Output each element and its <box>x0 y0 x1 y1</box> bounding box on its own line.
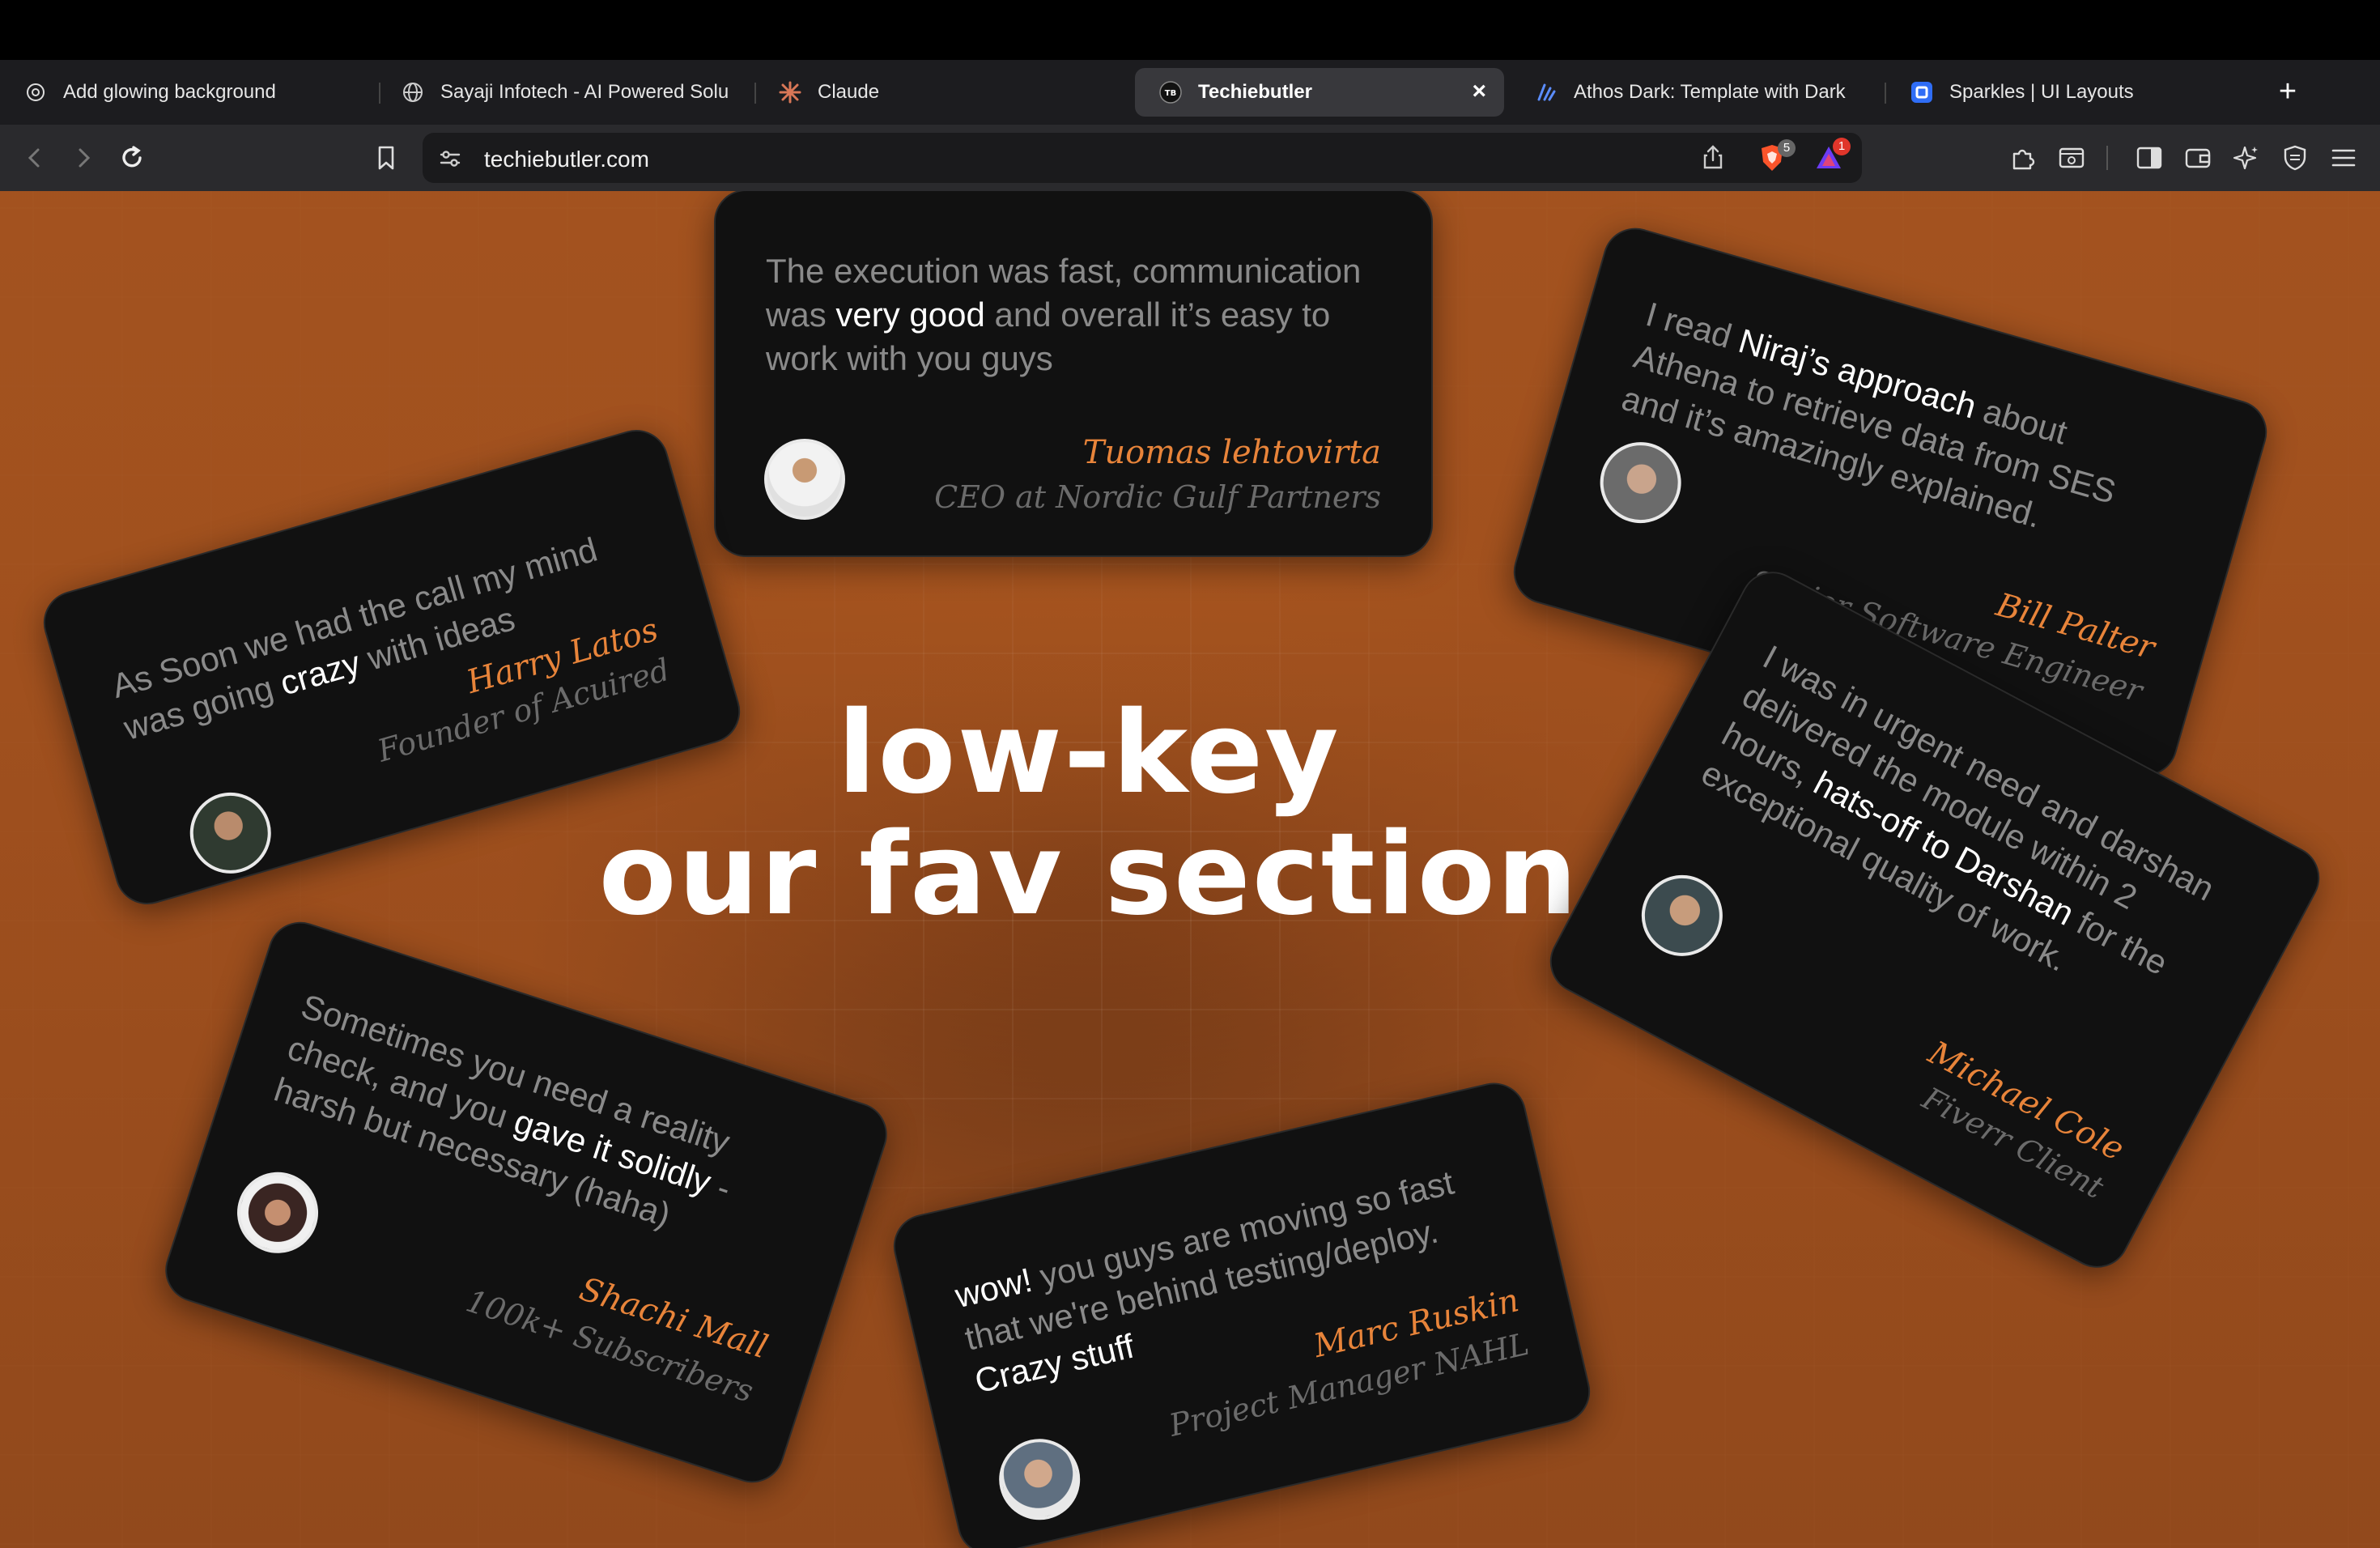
testimonial-quote: The execution was fast, communication wa… <box>766 252 1362 377</box>
address-bar[interactable]: techiebutler.com 5 1 <box>423 133 1862 183</box>
reader-mode-icon[interactable] <box>2053 139 2090 176</box>
avatar <box>1627 861 1737 971</box>
leo-ai-icon[interactable] <box>2228 139 2265 176</box>
tab-techiebutler[interactable]: TB Techiebutler × <box>1135 68 1504 117</box>
avatar <box>764 439 845 520</box>
back-icon[interactable] <box>16 139 53 176</box>
tab-add-glowing-background[interactable]: Add glowing background <box>0 68 380 117</box>
tab-sayaji-infotech[interactable]: Sayaji Infotech - AI Powered Solu <box>377 68 748 117</box>
avatar <box>1590 432 1691 533</box>
sidebar-toggle-icon[interactable] <box>2131 139 2168 176</box>
tab-athos-dark[interactable]: Athos Dark: Template with Dark <box>1511 68 1881 117</box>
tab-title: Athos Dark: Template with Dark <box>1574 81 1846 103</box>
reload-icon[interactable] <box>113 139 151 176</box>
tab-title: Sayaji Infotech - AI Powered Solu <box>440 81 729 103</box>
site-settings-icon[interactable] <box>439 147 461 174</box>
avatar <box>991 1431 1089 1529</box>
menu-icon[interactable] <box>2325 139 2362 176</box>
avatar <box>227 1161 329 1264</box>
testimonials-section: low-key our fav section The execution wa… <box>0 191 2380 1548</box>
tab-title: Claude <box>818 81 880 103</box>
tab-strip: Add glowing background Sayaji Infotech -… <box>0 60 2380 125</box>
rewards-count-badge: 1 <box>1833 138 1851 155</box>
toolbar-divider <box>2106 146 2108 170</box>
ui-layouts-icon <box>1910 81 1933 104</box>
tab-title: Sparkles | UI Layouts <box>1949 81 2134 103</box>
browser-chrome: Add glowing background Sayaji Infotech -… <box>0 0 2380 191</box>
share-icon[interactable] <box>1702 144 1724 174</box>
claude-icon <box>779 81 801 104</box>
tab-title: Add glowing background <box>63 81 276 103</box>
url-text: techiebutler.com <box>484 147 649 172</box>
forward-icon[interactable] <box>65 139 102 176</box>
bookmark-icon[interactable] <box>368 139 405 176</box>
svg-text:TB: TB <box>1165 89 1176 98</box>
close-tab-icon[interactable]: × <box>1472 79 1486 104</box>
avatar <box>180 783 281 883</box>
wallet-icon[interactable] <box>2179 139 2216 176</box>
athos-icon <box>1535 81 1558 104</box>
testimonial-role: CEO at Nordic Gulf Partners <box>934 479 1381 515</box>
testimonial-author: Tuomas lehtovirta <box>1082 434 1381 471</box>
tab-claude[interactable]: Claude <box>754 68 1127 117</box>
extensions-icon[interactable] <box>2004 139 2042 176</box>
openai-icon <box>24 81 47 104</box>
tab-title: Techiebutler <box>1198 81 1312 103</box>
techiebutler-icon: TB <box>1159 81 1182 104</box>
browser-toolbar: techiebutler.com 5 1 <box>0 125 2380 191</box>
testimonial-card: The execution was fast, communication wa… <box>714 191 1433 557</box>
globe-icon <box>402 81 424 104</box>
vpn-shield-icon[interactable] <box>2276 139 2314 176</box>
tab-sparkles-ui-layouts[interactable]: Sparkles | UI Layouts <box>1886 68 2242 117</box>
new-tab-button[interactable]: + <box>2272 76 2304 108</box>
shields-count-badge: 5 <box>1778 139 1796 157</box>
